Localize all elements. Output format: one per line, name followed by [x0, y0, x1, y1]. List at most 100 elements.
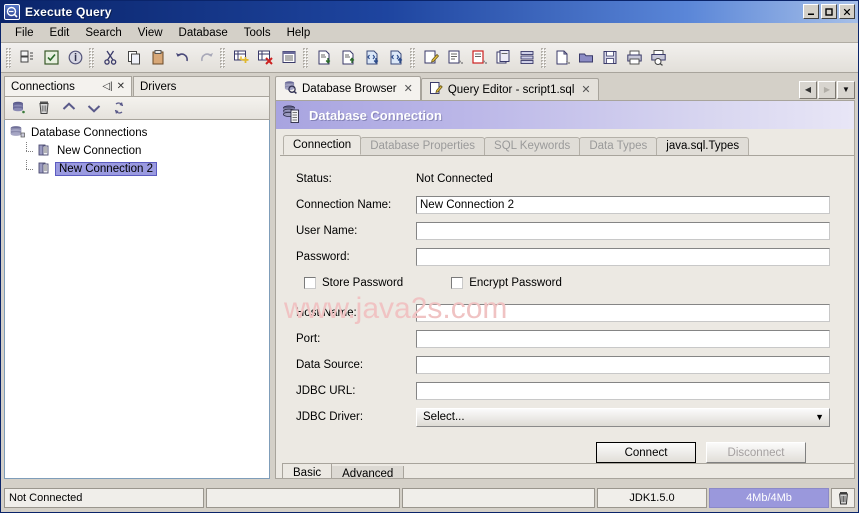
stop-query-icon[interactable]	[467, 46, 491, 70]
status-bar: Not Connected JDK1.5.0 4Mb/4Mb	[4, 488, 855, 508]
delete-connection-icon[interactable]	[35, 99, 53, 117]
tab-list-button[interactable]: ▼	[837, 81, 855, 99]
tab-drivers-label: Drivers	[140, 81, 176, 93]
print-preview-icon[interactable]	[646, 46, 670, 70]
store-password-checkbox[interactable]	[304, 277, 316, 289]
connection-name-label: Connection Name:	[288, 199, 416, 211]
jdbc-url-input[interactable]	[416, 382, 830, 400]
execute-query-icon[interactable]	[443, 46, 467, 70]
menu-file[interactable]: File	[7, 25, 42, 41]
toolbar-grip[interactable]	[303, 48, 308, 68]
import-xml-icon[interactable]	[360, 46, 384, 70]
connection-icon	[37, 161, 51, 178]
delete-table-icon[interactable]	[253, 46, 277, 70]
close-tab-icon[interactable]: ✕	[404, 82, 413, 95]
tab-database-properties[interactable]: Database Properties	[360, 137, 485, 155]
toolbar-grip[interactable]	[89, 48, 94, 68]
toolbar-grip[interactable]	[541, 48, 546, 68]
tab-basic[interactable]: Basic	[282, 464, 332, 479]
tab-data-types[interactable]: Data Types	[579, 137, 657, 155]
tab-connection[interactable]: Connection	[283, 135, 361, 155]
connection-name-input[interactable]: New Connection 2	[416, 196, 830, 214]
window-title: Execute Query	[25, 5, 112, 19]
new-connection-icon[interactable]	[10, 99, 28, 117]
reconnect-icon[interactable]	[110, 99, 128, 117]
minimize-button[interactable]	[803, 4, 819, 19]
password-row: Password:	[288, 246, 830, 268]
data-source-input[interactable]	[416, 356, 830, 374]
database-browser-content: Database Connection Connection Database …	[275, 100, 855, 479]
connections-tree[interactable]: Database Connections New Connection	[4, 120, 270, 479]
tree-root-node[interactable]: Database Connections	[9, 124, 269, 142]
cut-icon[interactable]	[98, 46, 122, 70]
copy-icon[interactable]	[122, 46, 146, 70]
tab-connections[interactable]: Connections ◁| ✕	[4, 76, 132, 96]
table-properties-icon[interactable]	[277, 46, 301, 70]
collapse-panel-icon[interactable]: ◁|	[102, 81, 112, 92]
memory-usage-bar[interactable]: 4Mb/4Mb	[709, 488, 829, 508]
redo-icon[interactable]	[194, 46, 218, 70]
close-button[interactable]	[839, 4, 855, 19]
execute-sql-icon[interactable]	[39, 46, 63, 70]
toolbar-grip[interactable]	[220, 48, 225, 68]
query-editor-icon[interactable]	[419, 46, 443, 70]
trash-icon[interactable]	[831, 488, 855, 508]
connection-form: www.java2s.com Status: Not Connected Con…	[276, 156, 854, 463]
tab-java-sql-types[interactable]: java.sql.Types	[656, 137, 749, 155]
add-table-icon[interactable]	[229, 46, 253, 70]
menu-search[interactable]: Search	[77, 25, 129, 41]
tab-prev-button[interactable]: ◀	[799, 81, 817, 99]
tab-sql-keywords[interactable]: SQL Keywords	[484, 137, 580, 155]
connect-button[interactable]: Connect	[596, 442, 696, 463]
tree-node-new-connection-2[interactable]: New Connection 2	[9, 160, 269, 178]
move-down-icon[interactable]	[85, 99, 103, 117]
maximize-button[interactable]	[821, 4, 837, 19]
disconnect-button[interactable]: Disconnect	[706, 442, 806, 463]
tab-database-browser-label: Database Browser	[302, 83, 397, 95]
undo-icon[interactable]	[170, 46, 194, 70]
port-input[interactable]	[416, 330, 830, 348]
toolbar-grip[interactable]	[6, 48, 11, 68]
import-data-icon[interactable]	[312, 46, 336, 70]
status-bar-jdk-version: JDK1.5.0	[597, 488, 707, 508]
move-up-icon[interactable]	[60, 99, 78, 117]
menu-database[interactable]: Database	[171, 25, 236, 41]
print-icon[interactable]	[622, 46, 646, 70]
encrypt-password-checkbox[interactable]	[451, 277, 463, 289]
new-file-icon[interactable]	[550, 46, 574, 70]
tab-query-editor[interactable]: Query Editor - script1.sql ✕	[421, 78, 599, 100]
menu-view[interactable]: View	[130, 25, 171, 41]
save-file-icon[interactable]	[598, 46, 622, 70]
toolbar-grip[interactable]	[410, 48, 415, 68]
export-xml-icon[interactable]	[384, 46, 408, 70]
menu-tools[interactable]: Tools	[236, 25, 279, 41]
tab-drivers[interactable]: Drivers	[133, 76, 270, 96]
menu-edit[interactable]: Edit	[42, 25, 78, 41]
export-data-icon[interactable]	[336, 46, 360, 70]
info-icon[interactable]	[63, 46, 87, 70]
close-tab-icon[interactable]: ✕	[581, 83, 590, 96]
host-name-input[interactable]	[416, 304, 830, 322]
disconnect-button-label: Disconnect	[728, 447, 785, 459]
open-file-icon[interactable]	[574, 46, 598, 70]
tree-node-new-connection[interactable]: New Connection	[9, 142, 269, 160]
connection-tabs: Connection Database Properties SQL Keywo…	[280, 136, 854, 156]
jdbc-driver-select[interactable]: Select... ▼	[416, 408, 830, 427]
tab-basic-label: Basic	[293, 467, 321, 479]
close-panel-icon[interactable]: ✕	[117, 81, 125, 92]
jdbc-driver-value: Select...	[423, 411, 465, 423]
tab-database-browser[interactable]: Database Browser ✕	[275, 76, 421, 100]
new-connection-tool-icon[interactable]	[15, 46, 39, 70]
menu-help[interactable]: Help	[279, 25, 319, 41]
copy-result-icon[interactable]	[491, 46, 515, 70]
paste-icon[interactable]	[146, 46, 170, 70]
tab-advanced[interactable]: Advanced	[331, 466, 404, 479]
password-input[interactable]	[416, 248, 830, 266]
user-name-input[interactable]	[416, 222, 830, 240]
database-browser-icon	[283, 80, 297, 97]
tab-next-button[interactable]: ▶	[818, 81, 836, 99]
panel-header: Database Connection	[276, 101, 854, 129]
menu-tools-label: Tools	[244, 27, 271, 39]
tab-connection-label: Connection	[293, 139, 351, 151]
transpose-icon[interactable]	[515, 46, 539, 70]
